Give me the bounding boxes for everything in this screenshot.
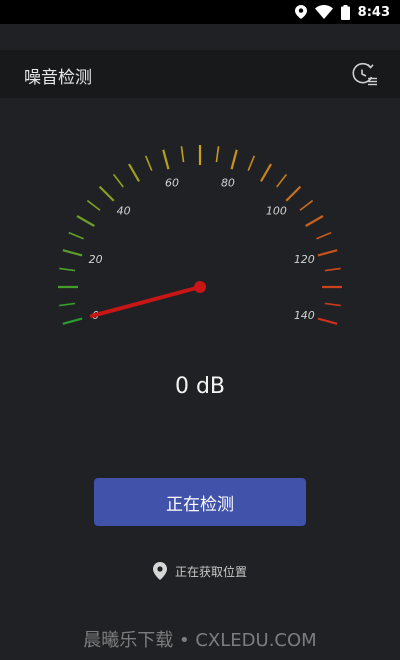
watermark: 晨曦乐下载 • CXLEDU.COM <box>83 630 317 651</box>
gauge-tick <box>215 146 220 163</box>
decibel-reading: 0 dB <box>174 374 226 399</box>
status-bar: 8:43 <box>0 0 400 24</box>
gauge-tick <box>299 199 314 211</box>
gauge-tick <box>162 149 170 170</box>
app-title: 噪音检测 <box>24 68 92 88</box>
history-button[interactable] <box>350 60 380 88</box>
gauge-tick <box>276 173 288 188</box>
gauge-tick <box>98 185 115 202</box>
wifi-icon <box>314 5 333 19</box>
gauge-label: 80 <box>221 177 235 190</box>
location-icon <box>294 5 307 19</box>
gauge-tick <box>62 317 83 325</box>
location-status-text: 正在获取位置 <box>174 564 247 579</box>
gauge-tick <box>144 155 153 171</box>
location-pin-icon <box>152 562 167 580</box>
gauge-tick <box>324 302 341 307</box>
gauge-label: 40 <box>117 205 131 218</box>
gauge-tick <box>247 155 256 171</box>
gauge-tick <box>62 249 83 257</box>
app-toolbar: 噪音检测 <box>0 50 400 98</box>
gauge-label: 20 <box>89 253 103 266</box>
gauge-tick <box>86 199 101 211</box>
status-time: 8:43 <box>357 4 390 20</box>
measuring-button[interactable]: 正在检测 <box>94 478 306 526</box>
gauge-tick <box>112 173 124 188</box>
gauge-needle <box>89 285 202 318</box>
gauge-tick <box>316 231 332 240</box>
gauge-tick <box>317 317 338 325</box>
gauge-label: 60 <box>165 177 179 190</box>
status-icons: 8:43 <box>294 2 390 22</box>
gauge-needle-hub <box>194 281 206 293</box>
gauge-tick <box>324 267 341 272</box>
gauge-tick <box>76 215 95 227</box>
gauge-tick <box>68 231 84 240</box>
gauge-tick <box>230 149 238 170</box>
gauge-tick <box>285 185 302 202</box>
gauge-tick <box>59 302 76 307</box>
gauge-tick <box>317 249 338 257</box>
gauge-tick <box>305 215 324 227</box>
sound-level-gauge: 020406080100120140 <box>58 145 342 325</box>
gauge-label: 120 <box>294 253 315 266</box>
location-status: 正在获取位置 <box>0 562 400 580</box>
gauge-tick <box>260 163 272 182</box>
gauge-tick <box>180 146 185 163</box>
battery-icon <box>340 4 350 20</box>
gauge-label: 140 <box>294 309 315 322</box>
gauge-label: 100 <box>266 205 287 218</box>
gauge-tick <box>128 163 140 182</box>
gauge-tick <box>59 267 76 272</box>
history-icon <box>352 62 377 86</box>
